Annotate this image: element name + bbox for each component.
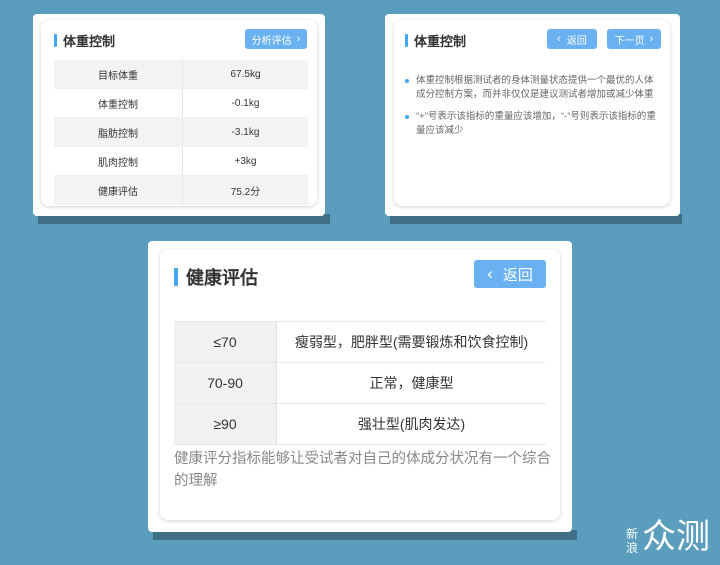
row-value: 67.5kg <box>182 60 308 89</box>
row-value: -0.1kg <box>182 88 308 118</box>
next-page-button[interactable]: 下一页 › <box>607 29 661 49</box>
title-accent-bar <box>405 34 408 47</box>
back-button-label: 返回 <box>502 266 533 284</box>
chevron-right-icon: › <box>649 33 654 45</box>
back-button-label: 返回 <box>566 35 587 47</box>
card2-title: 体重控制 <box>405 31 466 50</box>
score-range: ≥90 <box>174 403 277 445</box>
card1-title: 体重控制 <box>54 31 115 50</box>
table-row: 体重控制 -0.1kg <box>54 88 308 118</box>
row-label: 目标体重 <box>54 60 183 89</box>
back-button[interactable]: ‹ 返回 <box>474 260 546 288</box>
row-label: 肌肉控制 <box>54 146 183 176</box>
chevron-left-icon: ‹ <box>557 33 561 45</box>
bullet-dot-icon <box>405 115 409 119</box>
list-item: 体重控制根据测试者的身体测量状态提供一个最优的人体成分控制方案，而并非仅仅是建议… <box>404 74 659 102</box>
table-row: 肌肉控制 +3kg <box>54 146 308 176</box>
table-row: 脂肪控制 -3.1kg <box>54 117 308 147</box>
title-accent-bar <box>54 34 57 47</box>
list-item-text: 体重控制根据测试者的身体测量状态提供一个最优的人体成分控制方案，而并非仅仅是建议… <box>416 75 654 100</box>
score-range: 70-90 <box>174 362 277 404</box>
card3-title: 健康评估 <box>174 264 258 290</box>
watermark-small-text: 新浪 <box>626 527 639 555</box>
watermark: 新浪 众测 <box>626 519 710 555</box>
bullet-dot-icon <box>405 79 409 83</box>
next-page-button-label: 下一页 <box>614 35 645 47</box>
table-row: ≥90 强壮型(肌肉发达) <box>174 403 546 445</box>
watermark-big-text: 众测 <box>642 518 710 556</box>
score-range: ≤70 <box>174 321 277 363</box>
title-accent-bar <box>174 268 178 286</box>
list-item: “+”号表示该指标的重量应该增加，“-”号则表示该指标的重量应该减少 <box>404 110 659 138</box>
table-row: ≤70 瘦弱型，肥胖型(需要锻炼和饮食控制) <box>174 321 546 363</box>
card3-title-text: 健康评估 <box>186 268 258 288</box>
score-description: 正常，健康型 <box>276 362 546 404</box>
weight-control-table: 目标体重 67.5kg 体重控制 -0.1kg 脂肪控制 -3.1kg 肌肉控制 +3k… <box>54 60 308 205</box>
row-value: +3kg <box>182 146 308 176</box>
row-label: 健康评估 <box>54 175 183 205</box>
analysis-button-label: 分析评估 <box>251 35 292 47</box>
info-list: 体重控制根据测试者的身体测量状态提供一个最优的人体成分控制方案，而并非仅仅是建议… <box>404 74 659 146</box>
back-button[interactable]: ‹ 返回 <box>547 29 597 49</box>
card2-title-text: 体重控制 <box>414 34 467 49</box>
row-label: 脂肪控制 <box>54 117 183 147</box>
card1-title-text: 体重控制 <box>63 34 116 49</box>
score-description: 瘦弱型，肥胖型(需要锻炼和饮食控制) <box>276 321 546 363</box>
table-row: 70-90 正常，健康型 <box>174 362 546 404</box>
list-item-text: “+”号表示该指标的重量应该增加，“-”号则表示该指标的重量应该减少 <box>416 111 656 136</box>
row-value: -3.1kg <box>182 117 308 147</box>
table-row: 目标体重 67.5kg <box>54 60 308 89</box>
chevron-right-icon: › <box>296 33 301 45</box>
health-score-description: 健康评分指标能够让受试者对自己的体成分状况有一个综合的理解 <box>174 451 551 489</box>
row-value: 75.2分 <box>182 175 308 205</box>
score-description: 强壮型(肌肉发达) <box>276 403 546 445</box>
health-score-table: ≤70 瘦弱型，肥胖型(需要锻炼和饮食控制) 70-90 正常，健康型 ≥90 强壮型… <box>174 321 546 445</box>
chevron-left-icon: ‹ <box>487 264 493 283</box>
row-label: 体重控制 <box>54 88 183 118</box>
analysis-button[interactable]: 分析评估 › <box>245 29 307 49</box>
table-row: 健康评估 75.2分 <box>54 175 308 205</box>
